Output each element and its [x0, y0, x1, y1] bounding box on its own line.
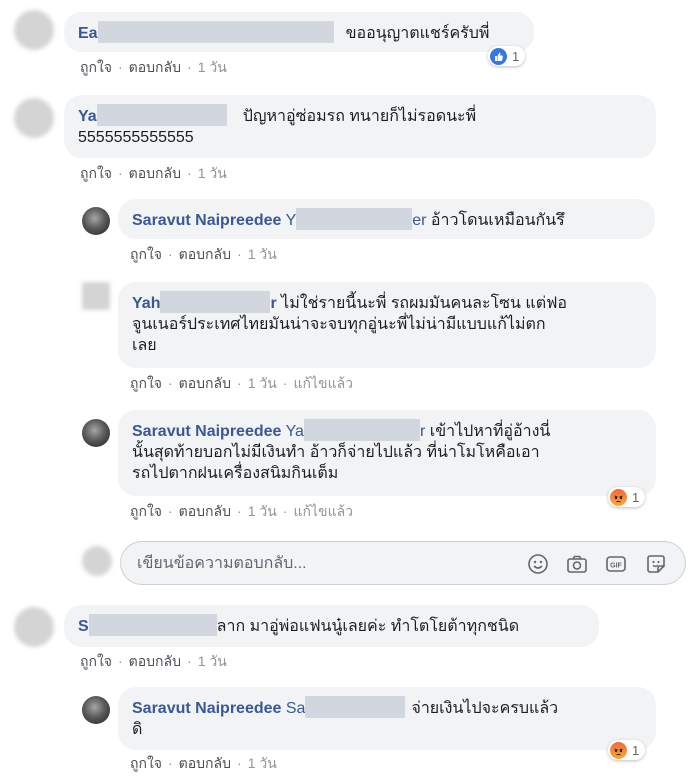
comment-author[interactable]: Saravut Naipreedee	[132, 212, 281, 229]
comment-text-line: จ่ายเงินไปจะครบแล้ว	[411, 700, 559, 717]
emoji-icon[interactable]	[527, 553, 549, 575]
comment-actions: ถูกใจ · ตอบกลับ · 1 วัน	[130, 246, 277, 262]
svg-text:GIF: GIF	[610, 563, 622, 570]
timestamp[interactable]: 1 วัน	[248, 246, 277, 262]
avatar[interactable]	[82, 282, 110, 310]
like-link[interactable]: ถูกใจ	[130, 755, 162, 771]
reply-composer: GIF	[120, 541, 686, 585]
comment-text-line: รถไปตากฝนเครื่องสนิมกินเต็ม	[132, 465, 339, 482]
mention-tag[interactable]: Y	[286, 212, 297, 229]
redacted-name	[96, 104, 227, 126]
redacted-name	[97, 21, 334, 43]
angry-icon	[610, 741, 627, 759]
timestamp[interactable]: 1 วัน	[248, 375, 277, 391]
avatar[interactable]	[14, 607, 54, 647]
sticker-icon[interactable]	[645, 553, 667, 575]
comment-text-line: ดิ	[132, 721, 143, 738]
reaction-count: 1	[632, 489, 640, 505]
like-link[interactable]: ถูกใจ	[130, 503, 162, 519]
comment-text: ลาก มาอู่พ่อแฟนนู๋เลยค่ะ ทำโตโยต้าทุกชนิ…	[216, 618, 520, 635]
comment-text: ขออนุญาตแชร์ครับพี่	[345, 25, 490, 42]
comment-actions: ถูกใจ · ตอบกลับ · 1 วัน	[80, 59, 227, 75]
comment-text-line: จูนเนอร์ประเทศไทยมันน่าจะจบทุกอู่นะพี่ไม…	[132, 316, 546, 333]
reply-link[interactable]: ตอบกลับ	[179, 246, 231, 262]
redacted-name	[160, 291, 271, 313]
reply-input[interactable]	[135, 552, 499, 576]
reaction-badge[interactable]: 1	[608, 487, 646, 507]
comment-author[interactable]: Yah	[132, 295, 160, 312]
timestamp[interactable]: 1 วัน	[198, 59, 227, 75]
comment-actions: ถูกใจ · ตอบกลับ · 1 วัน	[130, 755, 277, 771]
comment-text-line: เลย	[132, 337, 157, 354]
comment-text-line: เข้าไปหาที่อู่อ้างนี่	[429, 423, 551, 440]
comment-bubble: Ea ขออนุญาตแชร์ครับพี่	[64, 12, 534, 52]
current-user-avatar	[82, 546, 112, 576]
like-link[interactable]: ถูกใจ	[80, 653, 112, 669]
reply-link[interactable]: ตอบกลับ	[179, 503, 231, 519]
like-icon	[490, 47, 507, 65]
avatar[interactable]	[82, 419, 110, 447]
comment-bubble: Ya ปัญหาอู่ซ่อมรถ ทนายก็ไม่รอดนะพี่ 55555…	[64, 95, 656, 158]
edited-link[interactable]: แก้ไขแล้ว	[293, 503, 353, 519]
avatar[interactable]	[14, 98, 54, 138]
comment-text-line: นั้นสุดท้ายบอกไม่มีเงินทำ อ้าวก็จ่ายไปแล…	[132, 444, 540, 461]
like-link[interactable]: ถูกใจ	[80, 59, 112, 75]
comment-actions: ถูกใจ · ตอบกลับ · 1 วัน · แก้ไขแล้ว	[130, 375, 354, 391]
reply-bubble: Saravut Naipreedee Ya r เข้าไปหาที่อู่อ้า…	[118, 410, 656, 496]
timestamp[interactable]: 1 วัน	[198, 165, 227, 181]
mention-tag[interactable]: Sa	[286, 700, 306, 717]
reply-link[interactable]: ตอบกลับ	[179, 755, 231, 771]
reply-bubble: Saravut Naipreedee Sa จ่ายเงินไปจะครบแล้ว…	[118, 687, 656, 750]
comment-actions: ถูกใจ · ตอบกลับ · 1 วัน · แก้ไขแล้ว	[130, 503, 354, 519]
avatar[interactable]	[82, 207, 110, 235]
mention-tag[interactable]: Ya	[286, 423, 304, 440]
angry-icon	[610, 488, 627, 506]
like-link[interactable]: ถูกใจ	[80, 165, 112, 181]
camera-icon[interactable]	[566, 553, 588, 575]
comment-text-line: ปัญหาอู่ซ่อมรถ ทนายก็ไม่รอดนะพี่	[242, 108, 477, 125]
redacted-name	[305, 696, 406, 718]
reply-link[interactable]: ตอบกลับ	[129, 59, 181, 75]
reaction-badge[interactable]: 1	[488, 46, 526, 66]
avatar[interactable]	[82, 696, 110, 724]
reply-bubble: Yah r ไม่ใช่รายนี้นะพี่ รถผมมันคนละโซน แต…	[118, 282, 656, 368]
reply-link[interactable]: ตอบกลับ	[129, 653, 181, 669]
reply-bubble: Saravut Naipreedee Yer อ้าวโดนเหมือนกันร…	[118, 199, 655, 239]
reaction-count: 1	[512, 48, 520, 64]
redacted-name	[296, 208, 413, 230]
comment-text: อ้าวโดนเหมือนกันรึ	[430, 212, 565, 229]
avatar[interactable]	[14, 10, 54, 50]
comment-author[interactable]: Saravut Naipreedee	[132, 423, 281, 440]
timestamp[interactable]: 1 วัน	[248, 755, 277, 771]
comment-actions: ถูกใจ · ตอบกลับ · 1 วัน	[80, 165, 227, 181]
comment-author[interactable]: Ya	[78, 108, 97, 125]
like-link[interactable]: ถูกใจ	[130, 246, 162, 262]
like-link[interactable]: ถูกใจ	[130, 375, 162, 391]
reaction-count: 1	[632, 742, 640, 758]
timestamp[interactable]: 1 วัน	[248, 503, 277, 519]
reaction-badge[interactable]: 1	[608, 740, 646, 760]
comment-author[interactable]: Ea	[78, 25, 98, 42]
comment-author[interactable]: Saravut Naipreedee	[132, 700, 281, 717]
comment-text-line: ไม่ใช่รายนี้นะพี่ รถผมมันคนละโซน แต่ฟอ	[281, 295, 568, 312]
reply-link[interactable]: ตอบกลับ	[179, 375, 231, 391]
comment-bubble: S ลาก มาอู่พ่อแฟนนู๋เลยค่ะ ทำโตโยต้าทุกชน…	[64, 605, 599, 647]
comment-author[interactable]: S	[78, 618, 89, 635]
redacted-name	[303, 419, 420, 441]
edited-link[interactable]: แก้ไขแล้ว	[293, 375, 353, 391]
gif-icon[interactable]: GIF	[605, 553, 627, 575]
comment-actions: ถูกใจ · ตอบกลับ · 1 วัน	[80, 653, 227, 669]
comment-text-line: 5555555555555	[78, 129, 194, 146]
timestamp[interactable]: 1 วัน	[198, 653, 227, 669]
reply-link[interactable]: ตอบกลับ	[129, 165, 181, 181]
redacted-name	[88, 614, 217, 636]
